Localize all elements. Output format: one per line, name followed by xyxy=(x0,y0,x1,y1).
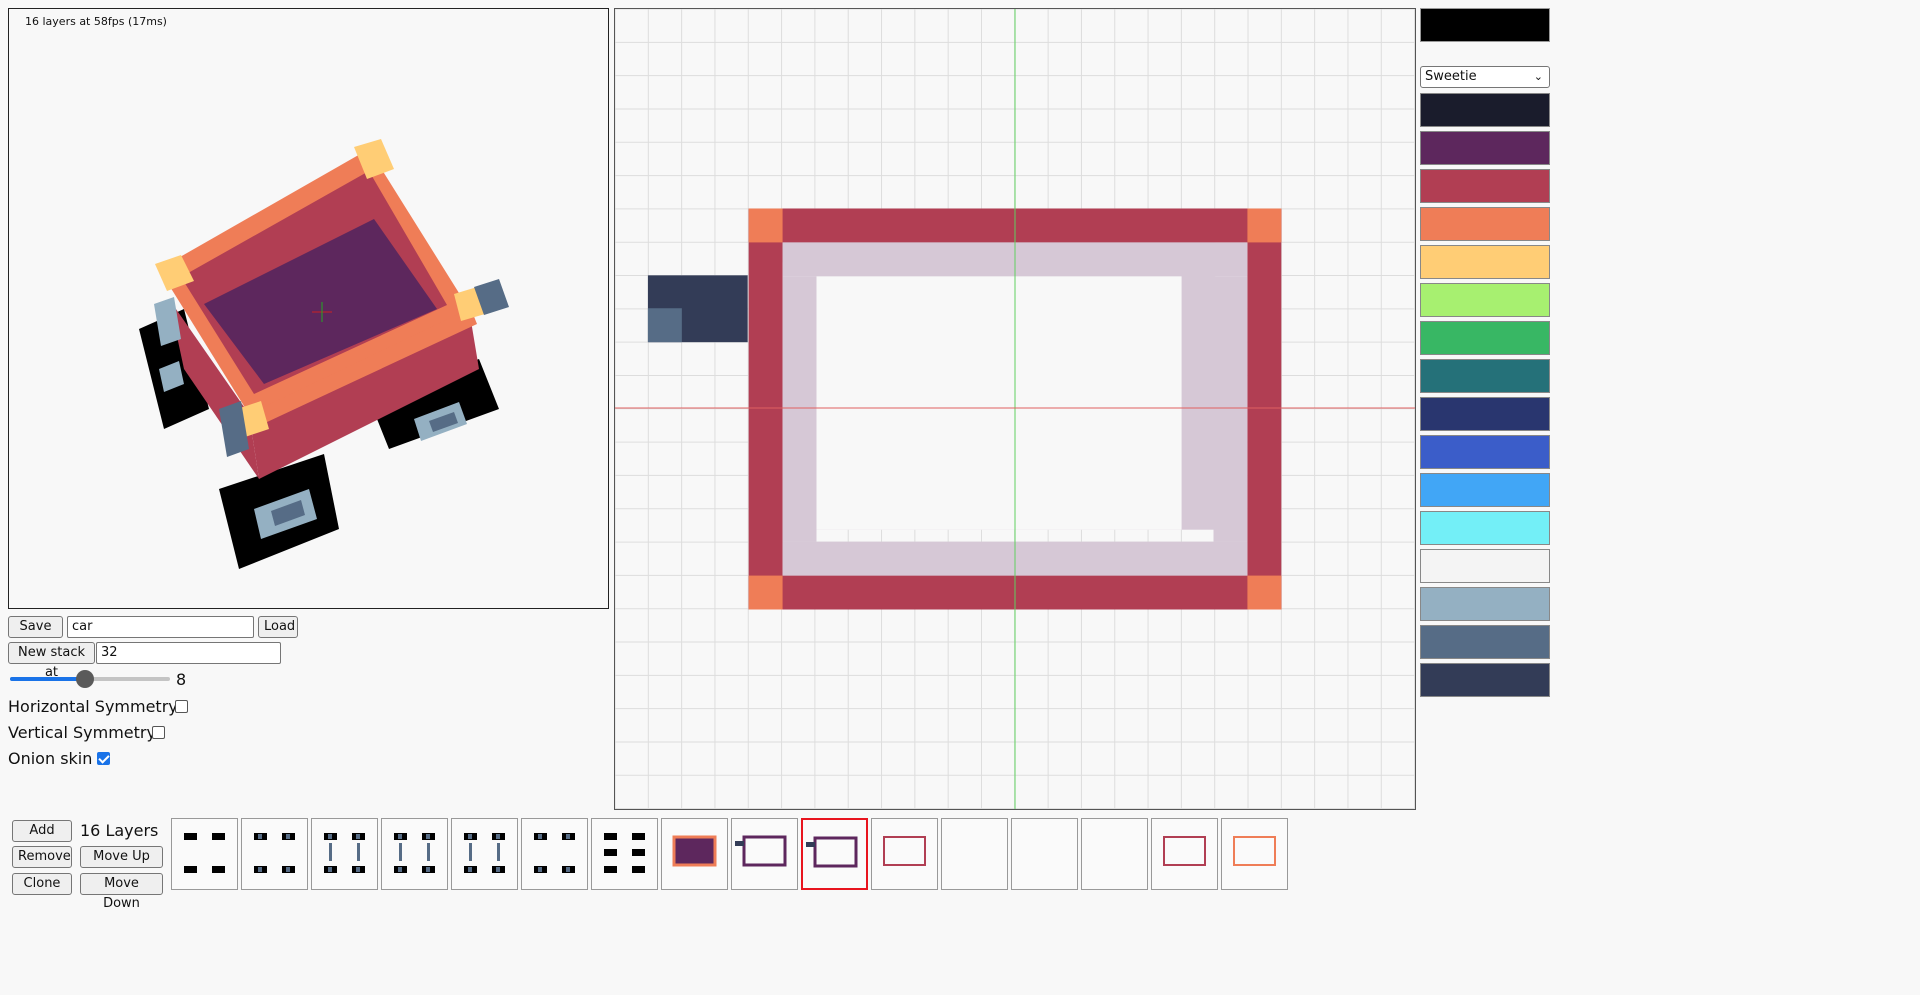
new-stack-input[interactable]: 32 xyxy=(96,642,281,664)
wheel-front xyxy=(219,454,339,569)
brush-size-slider[interactable] xyxy=(10,670,170,688)
palette-swatch[interactable] xyxy=(1420,93,1550,127)
slider-thumb[interactable] xyxy=(76,670,95,688)
layer-thumbnail[interactable] xyxy=(241,818,308,890)
remove-layer-button[interactable]: Remove xyxy=(12,846,72,868)
layer-thumbnail[interactable] xyxy=(451,818,518,890)
palette-swatch[interactable] xyxy=(1420,359,1550,393)
palette-swatch[interactable] xyxy=(1420,625,1550,659)
palette-select[interactable]: Sweetie ⌄ xyxy=(1420,66,1550,88)
clone-layer-button[interactable]: Clone xyxy=(12,873,72,895)
vertical-symmetry-label: Vertical Symmetry xyxy=(8,723,156,742)
layer-thumbnail[interactable] xyxy=(311,818,378,890)
palette-swatch[interactable] xyxy=(1420,131,1550,165)
move-up-button[interactable]: Move Up xyxy=(80,846,163,868)
chevron-down-icon: ⌄ xyxy=(1533,70,1543,83)
palette-swatch[interactable] xyxy=(1420,283,1550,317)
horizontal-symmetry-label: Horizontal Symmetry xyxy=(8,697,178,716)
layer-thumbnail[interactable] xyxy=(941,818,1008,890)
layer-thumbnail[interactable] xyxy=(661,818,728,890)
palette-swatch[interactable] xyxy=(1420,397,1550,431)
layer-thumbnail[interactable] xyxy=(381,818,448,890)
layer-thumbnail[interactable] xyxy=(591,818,658,890)
current-color-swatch[interactable] xyxy=(1420,8,1550,42)
palette-swatch[interactable] xyxy=(1420,511,1550,545)
add-layer-button[interactable]: Add xyxy=(12,820,72,842)
palette-swatch[interactable] xyxy=(1420,169,1550,203)
slider-value: 8 xyxy=(176,670,187,689)
car-3d-model xyxy=(139,139,509,569)
new-stack-button[interactable]: New stack at xyxy=(8,642,95,680)
vertical-symmetry-checkbox[interactable] xyxy=(152,726,165,739)
palette-swatch[interactable] xyxy=(1420,587,1550,621)
palette-swatch[interactable] xyxy=(1420,549,1550,583)
load-button[interactable]: Load xyxy=(258,616,298,638)
filename-input[interactable]: car xyxy=(67,616,254,638)
layer-pixel-editor[interactable] xyxy=(614,8,1416,810)
layer-count: 16 Layers xyxy=(80,821,159,840)
onion-skin-label: Onion skin xyxy=(8,749,93,768)
slider-fill xyxy=(10,677,86,681)
layer-thumbnail[interactable] xyxy=(871,818,938,890)
voxel-3d-viewport[interactable]: 16 layers at 58fps (17ms) xyxy=(8,8,609,609)
layer-thumbnail[interactable] xyxy=(171,818,238,890)
horizontal-symmetry-checkbox[interactable] xyxy=(175,700,188,713)
palette-swatch[interactable] xyxy=(1420,663,1550,697)
move-down-button[interactable]: Move Down xyxy=(80,873,163,911)
layer-thumbnail[interactable] xyxy=(1221,818,1288,890)
save-as-button[interactable]: Save as xyxy=(8,616,63,654)
palette-swatch[interactable] xyxy=(1420,321,1550,355)
palette-swatch[interactable] xyxy=(1420,207,1550,241)
palette-swatch[interactable] xyxy=(1420,245,1550,279)
layer-thumbnail[interactable] xyxy=(1011,818,1078,890)
layer-thumbnail[interactable] xyxy=(801,818,868,890)
palette-swatch[interactable] xyxy=(1420,435,1550,469)
layer-thumbnail[interactable] xyxy=(1151,818,1218,890)
layer-thumbnail[interactable] xyxy=(521,818,588,890)
onion-skin-checkbox[interactable] xyxy=(97,752,110,765)
palette-select-value: Sweetie xyxy=(1425,69,1477,84)
layer-thumbnail[interactable] xyxy=(731,818,798,890)
layer-thumbnail[interactable] xyxy=(1081,818,1148,890)
palette-swatch[interactable] xyxy=(1420,473,1550,507)
